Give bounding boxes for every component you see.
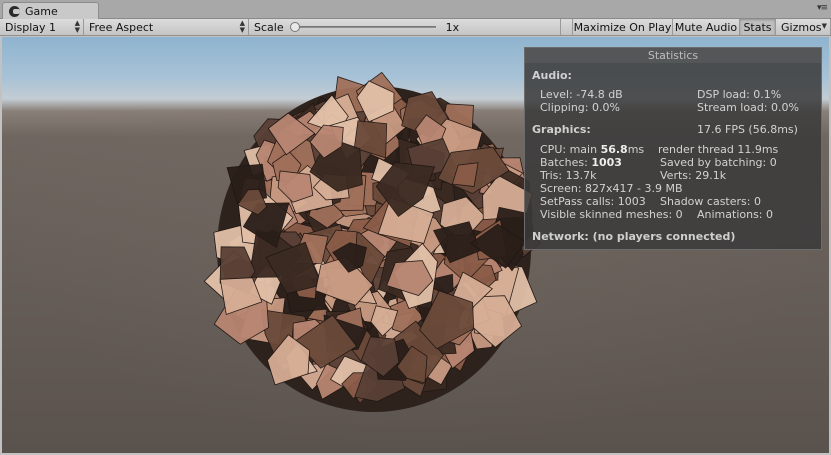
dropdown-arrows-icon: ▲ ▼ [74,19,80,34]
game-controller-icon [9,6,20,17]
skinned-meshes: Visible skinned meshes: 0 [540,208,683,221]
network-status: Network: (no players connected) [532,230,736,243]
display-value: Display 1 [5,20,57,34]
cpu-main-label: CPU: main [540,143,601,156]
gizmos-dropdown[interactable]: Gizmos ▼ [776,19,831,35]
mute-audio-toggle[interactable]: Mute Audio [673,19,740,35]
graphics-header: Graphics: [532,123,591,136]
cpu-main-value: 56.8 [600,143,628,156]
render-thread: render thread 11.9ms [658,143,779,156]
batches-label: Batches: [540,156,592,169]
batches: Batches: 1003 [540,156,622,169]
animations: Animations: 0 [697,208,774,221]
maximize-on-play-toggle[interactable]: Maximize On Play [573,19,673,35]
audio-level: Level: -74.8 dB [540,88,623,101]
tris: Tris: 13.7k [540,169,597,182]
game-toolbar: Display 1 ▲ ▼ Free Aspect ▲ ▼ Scale 1x Max… [0,19,831,36]
fps-readout: 17.6 FPS (56.8ms) [697,123,798,136]
scale-slider-thumb[interactable] [289,22,300,32]
tab-menu-icon[interactable]: ▾≡ [817,3,828,13]
stats-toggle[interactable]: Stats [740,19,776,35]
statistics-panel: Statistics Audio: Level: -74.8 dB DSP lo… [524,47,822,250]
audio-clipping: Clipping: 0.0% [540,101,620,114]
verts: Verts: 29.1k [660,169,727,182]
dsp-load: DSP load: 0.1% [697,88,782,101]
dropdown-arrow-icon: ▼ [821,22,827,30]
tab-strip: Game ▾≡ [0,0,831,20]
scale-slider-track [293,26,436,28]
batches-value: 1003 [591,156,622,169]
screen-info: Screen: 827x417 - 3.9 MB [540,182,683,195]
dropdown-arrows-icon: ▲ ▼ [239,19,245,34]
scale-control: Scale 1x [249,19,561,35]
tab-label: Game [25,5,58,18]
scale-slider[interactable] [289,21,436,33]
stream-load: Stream load: 0.0% [697,101,799,114]
toolbar-spacer [561,19,573,35]
audio-header: Audio: [532,69,572,82]
gizmos-label: Gizmos [781,20,822,34]
cpu-main-unit: ms [627,143,645,156]
saved-by-batching: Saved by batching: 0 [660,156,777,169]
tab-game[interactable]: Game [2,2,99,20]
aspect-dropdown[interactable]: Free Aspect ▲ ▼ [84,19,249,35]
cpu-main: CPU: main 56.8ms [540,143,644,156]
scale-label: Scale [254,20,284,34]
scale-value: 1x [445,20,460,34]
statistics-title: Statistics [525,48,821,63]
aspect-value: Free Aspect [89,20,154,34]
shadow-casters: Shadow casters: 0 [660,195,761,208]
setpass-calls: SetPass calls: 1003 [540,195,646,208]
display-dropdown[interactable]: Display 1 ▲ ▼ [0,19,84,35]
game-viewport[interactable]: Statistics Audio: Level: -74.8 dB DSP lo… [2,37,829,453]
